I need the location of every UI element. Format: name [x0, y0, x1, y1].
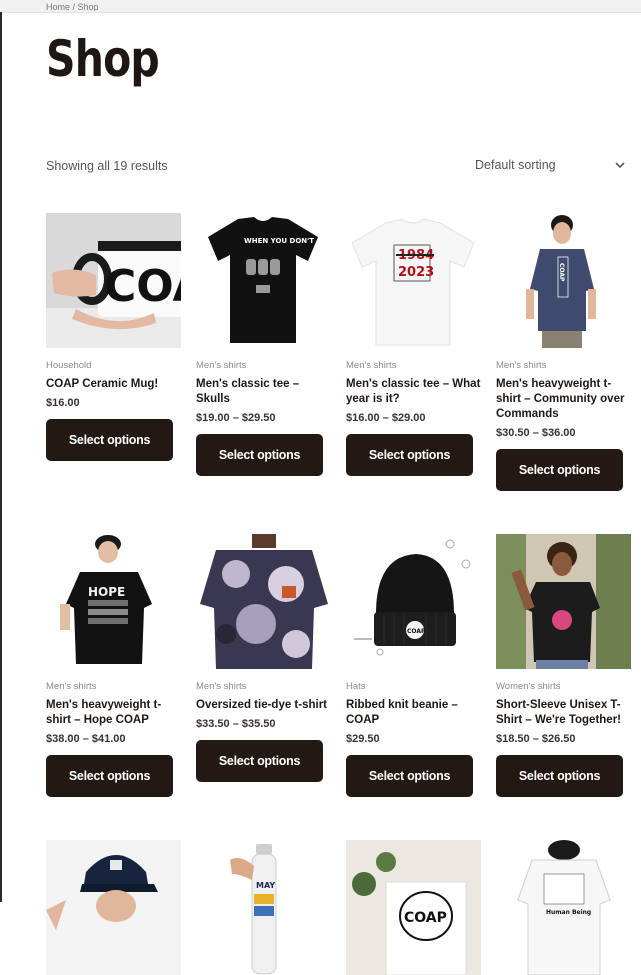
product-image-water-bottle[interactable]: MAY: [196, 840, 331, 975]
product-category: Hats: [346, 681, 366, 692]
chevron-down-icon: [615, 162, 625, 169]
hope-text: HOPE: [88, 585, 125, 599]
product-card: Women's shirts Short-Sleeve Unisex T-Shi…: [496, 534, 631, 797]
product-image-mug[interactable]: COA: [46, 213, 181, 348]
select-options-button[interactable]: Select options: [196, 434, 323, 476]
left-border: [0, 12, 2, 902]
poster-text: COAP: [404, 910, 447, 926]
breadcrumb[interactable]: Home / Shop: [46, 2, 99, 11]
product-image-hope-tee[interactable]: HOPE: [46, 534, 181, 669]
product-card: MAY: [196, 840, 331, 975]
product-card: Human Being: [496, 840, 631, 975]
product-image-unisex-tee[interactable]: [496, 534, 631, 669]
product-card: COAP: [346, 840, 481, 975]
select-options-button[interactable]: Select options: [196, 740, 323, 782]
result-count: Showing all 19 results: [46, 159, 168, 173]
product-price: $19.00 – $29.50: [196, 412, 276, 424]
product-name[interactable]: COAP Ceramic Mug!: [46, 377, 181, 392]
select-options-button[interactable]: Select options: [346, 755, 473, 797]
product-image-tie-dye-tee[interactable]: [196, 534, 331, 669]
product-price: $30.50 – $36.00: [496, 427, 576, 439]
bottle-text: MAY: [256, 881, 275, 890]
product-category: Men's shirts: [346, 360, 397, 371]
product-category: Women's shirts: [496, 681, 561, 692]
page-title: Shop: [46, 30, 160, 88]
beanie-text: COAP: [407, 628, 426, 635]
product-price: $33.50 – $35.50: [196, 718, 276, 730]
product-card: HOPE Men's shirts Men's heavyweight t-sh…: [46, 534, 181, 797]
product-image-heavyweight-tee[interactable]: COAP: [496, 213, 631, 348]
product-name[interactable]: Ribbed knit beanie – COAP: [346, 698, 481, 728]
hoodie-text: Human Being: [546, 909, 591, 916]
product-price: $38.00 – $41.00: [46, 733, 126, 745]
select-options-button[interactable]: Select options: [46, 755, 173, 797]
product-category: Household: [46, 360, 92, 371]
select-options-button[interactable]: Select options: [496, 755, 623, 797]
select-options-button[interactable]: Select options: [346, 434, 473, 476]
product-name[interactable]: Short-Sleeve Unisex T-Shirt – We're Toge…: [496, 698, 631, 728]
product-image-cap[interactable]: [46, 840, 181, 975]
product-name[interactable]: Men's classic tee – Skulls: [196, 377, 331, 407]
product-image-year-tee[interactable]: 1984 2023: [346, 213, 481, 348]
select-options-button[interactable]: Select options: [496, 449, 623, 491]
product-card: Men's shirts Oversized tie-dye t-shirt $…: [196, 534, 331, 797]
sorting-selected-value: Default sorting: [475, 158, 556, 172]
mug-text: COA: [104, 261, 181, 312]
product-price: $18.50 – $26.50: [496, 733, 576, 745]
product-category: Men's shirts: [46, 681, 97, 692]
product-image-skulls-tee[interactable]: WHEN YOU DON'T: [196, 213, 331, 348]
year-new-text: 2023: [398, 265, 434, 280]
product-name[interactable]: Oversized tie-dye t-shirt: [196, 698, 331, 713]
product-name[interactable]: Men's classic tee – What year is it?: [346, 377, 481, 407]
product-price: $16.00: [46, 397, 80, 409]
product-card: COAP Hats Ribbed knit beanie – COAP $29.…: [346, 534, 481, 797]
product-category: Men's shirts: [196, 360, 247, 371]
product-grid: COA Household COAP Ceramic Mug! $16.00 S…: [46, 213, 641, 975]
product-image-poster[interactable]: COAP: [346, 840, 481, 975]
product-card: COA Household COAP Ceramic Mug! $16.00 S…: [46, 213, 181, 491]
product-price: $16.00 – $29.00: [346, 412, 426, 424]
select-options-button[interactable]: Select options: [46, 419, 173, 461]
product-card: WHEN YOU DON'T Men's shirts Men's classi…: [196, 213, 331, 491]
vertical-coap-text: COAP: [558, 263, 565, 282]
product-price: $29.50: [346, 733, 380, 745]
product-category: Men's shirts: [496, 360, 547, 371]
product-name[interactable]: Men's heavyweight t-shirt – Community ov…: [496, 377, 631, 422]
product-category: Men's shirts: [196, 681, 247, 692]
product-image-beanie[interactable]: COAP: [346, 534, 481, 669]
product-image-hoodie[interactable]: Human Being: [496, 840, 631, 975]
sorting-select[interactable]: Default sorting: [475, 158, 630, 176]
product-card: COAP Men's shirts Men's heavyweight t-sh…: [496, 213, 631, 491]
product-card: 1984 2023 Men's shirts Men's classic tee…: [346, 213, 481, 491]
product-card: [46, 840, 181, 975]
product-name[interactable]: Men's heavyweight t-shirt – Hope COAP: [46, 698, 181, 728]
tee-skulls-text: WHEN YOU DON'T: [244, 237, 314, 245]
